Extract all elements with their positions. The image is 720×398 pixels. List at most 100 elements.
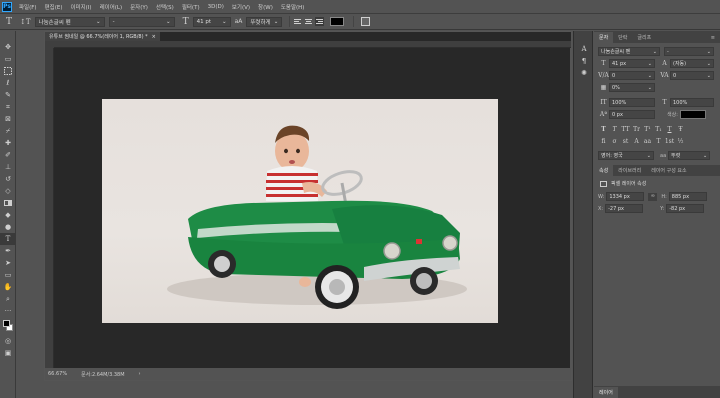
artboard-tool-icon[interactable]: ▭ [0, 53, 16, 65]
brush-tool-icon[interactable]: ✐ [0, 149, 16, 161]
menu-type[interactable]: 문자(Y) [126, 3, 152, 11]
y-field[interactable]: -82 px [666, 204, 705, 213]
panel-leading[interactable]: (자동) ⌄ [670, 59, 714, 68]
tab-character[interactable]: 문자 [594, 32, 614, 43]
vertical-scrollbar[interactable] [570, 48, 571, 368]
paragraph-panel-icon[interactable]: ¶ [574, 55, 594, 67]
move-tool-icon[interactable]: ✥ [0, 41, 16, 53]
tab-glyphs[interactable]: 글리프 [632, 32, 656, 43]
hand-tool-icon[interactable]: ✋ [0, 281, 16, 293]
height-field[interactable]: 885 px [668, 192, 707, 201]
menu-image[interactable]: 이미지(I) [66, 3, 95, 11]
stamp-tool-icon[interactable]: ⊥ [0, 161, 16, 173]
glyphs-panel-icon[interactable]: ✺ [574, 67, 594, 79]
quick-select-tool-icon[interactable]: ✎ [0, 89, 16, 101]
faux-italic-button[interactable]: T [609, 126, 620, 133]
swash-button[interactable]: A [631, 138, 642, 145]
panel-font-style[interactable]: - ⌄ [664, 47, 714, 56]
menu-select[interactable]: 선택(S) [152, 3, 178, 11]
menu-window[interactable]: 창(W) [254, 3, 277, 11]
font-size-select[interactable]: 41 pt ⌄ [192, 16, 231, 27]
menu-3d[interactable]: 3D(D) [204, 4, 228, 10]
font-family-select[interactable]: 나눔손글씨 펜 ⌄ [34, 16, 105, 27]
width-field[interactable]: 1334 px [606, 192, 645, 201]
superscript-button[interactable]: T¹ [642, 126, 653, 133]
x-field[interactable]: -27 px [605, 204, 644, 213]
menu-view[interactable]: 보기(V) [228, 3, 254, 11]
photo-layer[interactable] [102, 99, 498, 323]
eyedropper-tool-icon[interactable]: ⌿ [0, 125, 16, 137]
blur-tool-icon[interactable]: ◆ [0, 209, 16, 221]
zoom-level[interactable]: 66.67% [48, 371, 67, 377]
more-tools-icon[interactable]: ··· [0, 305, 16, 317]
tab-paragraph[interactable]: 단락 [613, 32, 632, 43]
titling-alternates-button[interactable]: T [653, 138, 664, 145]
strikethrough-button[interactable]: Ŧ [675, 126, 686, 133]
foreground-color-swatch[interactable] [3, 320, 10, 327]
ligatures-button[interactable]: fi [598, 138, 609, 145]
link-icon[interactable]: ∞ [648, 192, 658, 201]
close-icon[interactable]: × [152, 34, 156, 40]
small-caps-button[interactable]: Tr [631, 126, 642, 133]
underline-button[interactable]: T [664, 126, 675, 133]
pen-tool-icon[interactable]: ✒ [0, 245, 16, 257]
language-select[interactable]: 영어: 영국 ⌄ [598, 151, 654, 160]
stylistic-alternates-button[interactable]: aa [642, 138, 653, 145]
tab-properties[interactable]: 속성 [594, 165, 614, 176]
panel-horizontal-scale[interactable]: 100% [670, 98, 714, 107]
menu-filter[interactable]: 필터(T) [178, 3, 204, 11]
panel-vertical-scale[interactable]: 100% [609, 98, 655, 107]
menu-file[interactable]: 파일(F) [15, 3, 41, 11]
fractions-button[interactable]: ½ [675, 138, 686, 145]
document-tab[interactable]: 유튜브 썸네일 @ 66.7%(레이어 1, RGB/8) * × [45, 32, 160, 41]
gradient-tool-icon[interactable] [0, 197, 16, 209]
marquee-tool-icon[interactable] [0, 65, 16, 77]
frame-tool-icon[interactable]: ⊠ [0, 113, 16, 125]
align-center-button[interactable] [304, 17, 313, 26]
vertical-ruler[interactable] [45, 48, 54, 368]
dodge-tool-icon[interactable]: ● [0, 221, 16, 233]
quick-mask-icon[interactable]: ◎ [0, 335, 16, 347]
font-style-select[interactable]: - ⌄ [108, 16, 175, 27]
photoshop-logo[interactable]: Ps [2, 1, 12, 12]
history-brush-tool-icon[interactable]: ↺ [0, 173, 16, 185]
subscript-button[interactable]: T₁ [653, 126, 664, 133]
panel-kerning[interactable]: 0 ⌄ [609, 71, 655, 80]
canvas[interactable] [55, 48, 570, 368]
discretionary-ligatures-button[interactable]: st [620, 138, 631, 145]
eraser-tool-icon[interactable]: ◇ [0, 185, 16, 197]
healing-brush-tool-icon[interactable]: ✚ [0, 137, 16, 149]
type-tool-icon[interactable]: T [0, 233, 16, 245]
menu-layer[interactable]: 레이어(L) [96, 3, 127, 11]
crop-tool-icon[interactable]: ⌗ [0, 101, 16, 113]
panel-font-size[interactable]: 41 px ⌄ [609, 59, 655, 68]
history-panel-icon[interactable]: A [574, 43, 594, 55]
color-swatches[interactable] [0, 317, 16, 335]
align-left-button[interactable] [293, 17, 302, 26]
menu-edit[interactable]: 편집(E) [41, 3, 67, 11]
align-right-button[interactable] [315, 17, 325, 26]
text-orientation-icon[interactable]: ↕T [20, 18, 31, 26]
screen-mode-icon[interactable]: ▣ [0, 347, 16, 359]
document-size[interactable]: 문서:2.64M/3.38M [81, 371, 124, 378]
path-select-tool-icon[interactable]: ➤ [0, 257, 16, 269]
all-caps-button[interactable]: TT [620, 126, 631, 133]
rectangle-tool-icon[interactable]: ▭ [0, 269, 16, 281]
tab-layer-comps[interactable]: 레이어 구성 요소 [646, 165, 691, 176]
lasso-tool-icon[interactable]: ℓ [0, 77, 16, 89]
faux-bold-button[interactable]: T [598, 126, 609, 133]
warp-text-icon[interactable] [361, 17, 371, 26]
tab-layers[interactable]: 레이어 [594, 386, 618, 398]
panel-tracking[interactable]: 0 ⌄ [670, 71, 714, 80]
menu-help[interactable]: 도움말(H) [277, 3, 309, 11]
panel-tsume[interactable]: 0% ⌄ [609, 83, 655, 92]
text-color-swatch[interactable] [330, 17, 345, 26]
ordinals-button[interactable]: 1st [664, 138, 675, 145]
tab-libraries[interactable]: 라이브러리 [613, 165, 646, 176]
contextual-alternates-button[interactable]: σ [609, 138, 620, 145]
panel-font-family[interactable]: 나눔손글씨 펜 ⌄ [598, 47, 660, 56]
zoom-tool-icon[interactable]: ⌕ [0, 293, 16, 305]
panel-anti-alias-select[interactable]: 뚜렷 ⌄ [668, 151, 711, 160]
anti-alias-select[interactable]: 뚜렷하게 ⌄ [246, 16, 283, 27]
panel-baseline-shift[interactable]: 0 px [609, 110, 655, 119]
